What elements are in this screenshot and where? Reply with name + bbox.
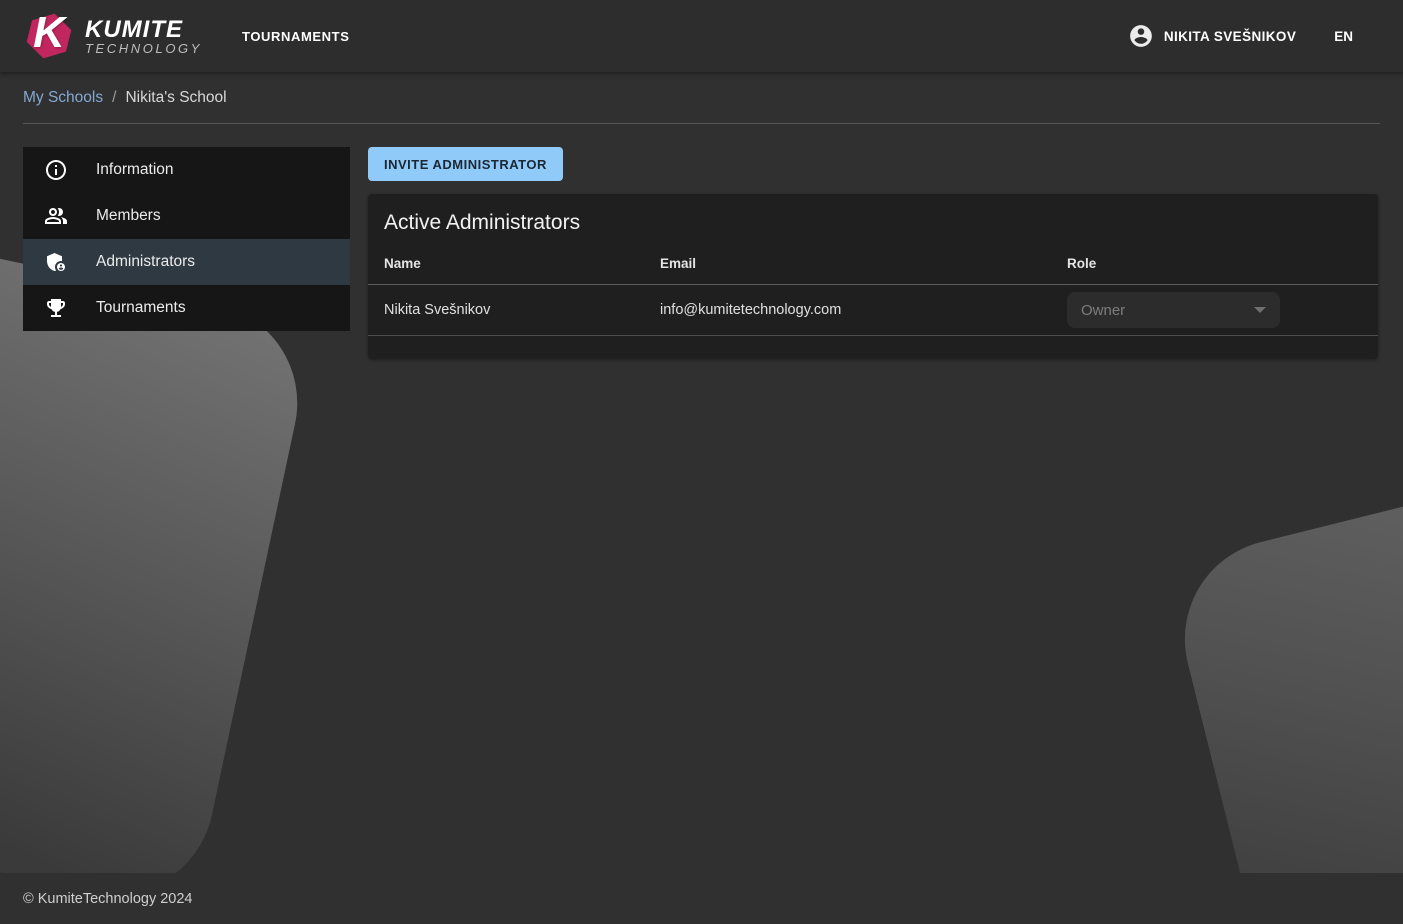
main-panel: INVITE ADMINISTRATOR Active Administrato…	[368, 147, 1378, 359]
sidebar-item-label: Members	[96, 207, 161, 225]
brand-subtitle: TECHNOLOGY	[85, 42, 202, 56]
account-circle-icon	[1128, 23, 1154, 49]
chevron-down-icon	[1254, 307, 1266, 313]
breadcrumb-current-school: Nikita's School	[125, 89, 226, 107]
sidebar-item-administrators[interactable]: Administrators	[23, 239, 350, 285]
column-header-role: Role	[1051, 248, 1378, 285]
admin-name-cell: Nikita Svešnikov	[368, 285, 644, 336]
school-sidebar: Information Members Administrators	[23, 147, 350, 331]
sidebar-item-label: Administrators	[96, 253, 195, 271]
page-footer: © KumiteTechnology 2024	[0, 873, 1403, 924]
copyright-text: © KumiteTechnology 2024	[23, 891, 192, 907]
brand-title: KUMITE	[85, 17, 202, 42]
brand-logo-icon: K	[23, 10, 75, 62]
admin-shield-icon	[44, 250, 68, 274]
table-header-row: Name Email Role	[368, 248, 1378, 285]
breadcrumb-my-schools[interactable]: My Schools	[23, 89, 103, 107]
top-navbar: K KUMITE TECHNOLOGY TOURNAMENTS NIKITA S…	[0, 0, 1403, 72]
user-menu[interactable]: NIKITA SVEŠNIKOV	[1128, 23, 1296, 49]
role-select-value: Owner	[1081, 302, 1125, 319]
nav-link-tournaments[interactable]: TOURNAMENTS	[242, 29, 349, 44]
brand-logo-text: KUMITE TECHNOLOGY	[85, 17, 202, 56]
active-administrators-card: Active Administrators Name Email Role Ni…	[368, 194, 1378, 359]
sidebar-item-tournaments[interactable]: Tournaments	[23, 285, 350, 331]
trophy-icon	[44, 296, 68, 320]
content-area: My Schools / Nikita's School Information	[0, 72, 1403, 873]
language-switcher[interactable]: EN	[1334, 29, 1353, 44]
user-name: NIKITA SVEŠNIKOV	[1164, 29, 1296, 44]
admin-role-cell: Owner	[1051, 285, 1378, 336]
sidebar-item-label: Information	[96, 161, 174, 179]
column-header-email: Email	[644, 248, 1051, 285]
table-row: Nikita Svešnikov info@kumitetechnology.c…	[368, 285, 1378, 336]
card-title: Active Administrators	[368, 194, 1378, 248]
breadcrumb-separator: /	[112, 89, 116, 107]
logo-letter: K	[23, 7, 75, 59]
brand-logo[interactable]: K KUMITE TECHNOLOGY	[23, 10, 202, 62]
invite-administrator-button[interactable]: INVITE ADMINISTRATOR	[368, 147, 563, 181]
info-icon	[44, 158, 68, 182]
administrators-table: Name Email Role Nikita Svešnikov info@ku…	[368, 248, 1378, 336]
sidebar-item-members[interactable]: Members	[23, 193, 350, 239]
column-header-name: Name	[368, 248, 644, 285]
role-select[interactable]: Owner	[1067, 292, 1280, 328]
breadcrumb: My Schools / Nikita's School	[0, 72, 1403, 123]
members-icon	[44, 204, 68, 228]
sidebar-item-label: Tournaments	[96, 299, 186, 317]
admin-email-cell: info@kumitetechnology.com	[644, 285, 1051, 336]
sidebar-item-information[interactable]: Information	[23, 147, 350, 193]
